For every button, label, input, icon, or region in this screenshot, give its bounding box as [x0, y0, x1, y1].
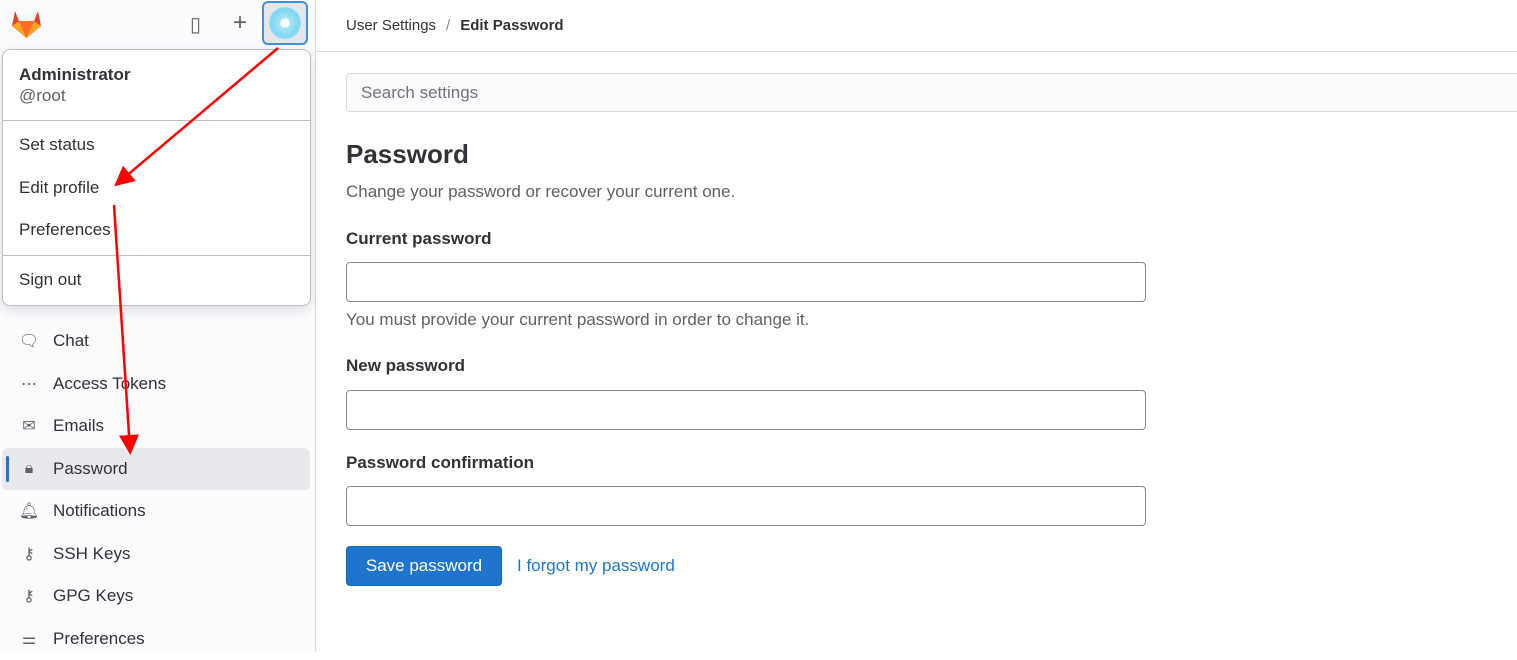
- page-title: Password: [346, 139, 469, 170]
- page-description: Change your password or recover your cur…: [346, 182, 735, 202]
- sidebar-item-gpg-keys[interactable]: ⚷ GPG Keys: [2, 575, 310, 618]
- menu-item-sign-out[interactable]: Sign out: [3, 259, 310, 302]
- main-content: User Settings / Edit Password Search set…: [316, 0, 1517, 652]
- sidebar-item-label: SSH Keys: [53, 544, 130, 564]
- mail-icon: ✉: [18, 416, 40, 436]
- sidebar-item-access-tokens[interactable]: ⋯ Access Tokens: [2, 363, 310, 406]
- sidebar-item-label: Preferences: [53, 629, 145, 649]
- user-menu-header[interactable]: Administrator @root: [3, 50, 310, 121]
- menu-item-edit-profile[interactable]: Edit profile: [3, 167, 310, 210]
- menu-item-set-status[interactable]: Set status: [3, 124, 310, 167]
- sidebar-item-label: Emails: [53, 416, 104, 436]
- sidebar-item-notifications[interactable]: 🔔︎ Notifications: [2, 490, 310, 533]
- user-avatar-button[interactable]: [262, 1, 308, 45]
- new-password-input[interactable]: [346, 390, 1146, 430]
- sidebar-item-label: Notifications: [53, 501, 146, 521]
- sidebar-item-ssh-keys[interactable]: ⚷ SSH Keys: [2, 533, 310, 576]
- avatar: [269, 7, 301, 39]
- new-password-label: New password: [346, 356, 465, 376]
- current-password-input[interactable]: [346, 262, 1146, 302]
- breadcrumb-user-settings[interactable]: User Settings: [346, 17, 436, 34]
- plus-icon[interactable]: +: [233, 9, 247, 37]
- save-password-button[interactable]: Save password: [346, 546, 502, 586]
- sidebar-item-preferences[interactable]: ⚌ Preferences: [2, 618, 310, 660]
- menu-item-preferences[interactable]: Preferences: [3, 209, 310, 252]
- forgot-password-link[interactable]: I forgot my password: [517, 556, 675, 576]
- sidebar-item-chat[interactable]: 🗨 Chat: [2, 320, 310, 363]
- password-confirmation-input[interactable]: [346, 486, 1146, 526]
- preferences-icon: ⚌: [18, 629, 40, 649]
- user-username: @root: [19, 86, 294, 106]
- current-password-help: You must provide your current password i…: [346, 310, 809, 330]
- breadcrumb-separator: /: [446, 17, 450, 34]
- token-icon: ⋯: [18, 374, 40, 394]
- sidebar-item-emails[interactable]: ✉ Emails: [2, 405, 310, 448]
- user-menu-dropdown: Administrator @root Set status Edit prof…: [2, 49, 311, 306]
- gitlab-logo-icon[interactable]: [10, 7, 43, 39]
- sidebar-top-bar: ▯ +: [0, 0, 315, 46]
- key-icon: ⚷: [18, 544, 40, 564]
- breadcrumb-current[interactable]: Edit Password: [460, 17, 563, 34]
- sidebar-toggle-icon[interactable]: ▯: [190, 12, 201, 37]
- lock-icon: 🔒︎: [18, 460, 40, 478]
- sidebar-item-label: Access Tokens: [53, 374, 166, 394]
- key-icon: ⚷: [18, 586, 40, 606]
- sidebar-item-label: GPG Keys: [53, 586, 133, 606]
- password-confirmation-label: Password confirmation: [346, 453, 534, 473]
- search-settings-input[interactable]: Search settings: [346, 73, 1517, 112]
- bell-icon: 🔔︎: [18, 501, 40, 521]
- sidebar-item-label: Password: [53, 459, 128, 479]
- user-name: Administrator: [19, 65, 294, 85]
- comment-icon: 🗨: [18, 331, 40, 351]
- current-password-label: Current password: [346, 229, 491, 249]
- breadcrumb: User Settings / Edit Password: [316, 0, 1517, 52]
- sidebar-item-password[interactable]: 🔒︎ Password: [2, 448, 310, 491]
- sidebar-item-label: Chat: [53, 331, 89, 351]
- settings-nav: 🗨Chat ⋯Access Tokens ✉Emails 🔒︎Password …: [0, 320, 316, 660]
